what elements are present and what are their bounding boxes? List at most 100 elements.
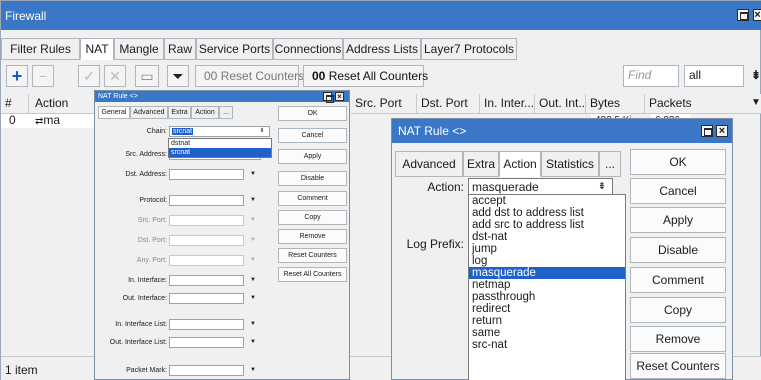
scope-arrow-icon[interactable]: ⇟ bbox=[751, 68, 761, 82]
action-option[interactable]: passthrough bbox=[469, 291, 625, 303]
in-interface-input[interactable] bbox=[169, 275, 244, 286]
packet-mark-dropdown-icon[interactable]: ▼ bbox=[249, 365, 257, 376]
action-option[interactable]: same bbox=[469, 327, 625, 339]
ok-button[interactable]: OK bbox=[630, 149, 726, 175]
tab-mangle[interactable]: Mangle bbox=[114, 38, 164, 60]
remove-button[interactable]: Remove bbox=[630, 326, 726, 352]
action-option[interactable]: jump bbox=[469, 243, 625, 255]
scope-select[interactable]: all bbox=[684, 65, 744, 87]
maximize-icon[interactable] bbox=[737, 9, 749, 21]
reset-counters-button[interactable]: Reset Counters bbox=[630, 353, 726, 379]
comment-button[interactable]: Comment bbox=[278, 191, 347, 206]
tab-extra[interactable]: Extra bbox=[168, 106, 191, 119]
src-port-dropdown-icon[interactable]: ▼ bbox=[249, 215, 257, 226]
reset-all-counters-button[interactable]: Reset All Counters bbox=[278, 267, 347, 282]
copy-button[interactable]: Copy bbox=[630, 297, 726, 323]
tab-action[interactable]: Action bbox=[499, 151, 541, 177]
out-interface-dropdown-icon[interactable]: ▼ bbox=[249, 293, 257, 304]
protocol-dropdown-icon[interactable]: ▼ bbox=[249, 195, 257, 206]
any-port-input[interactable] bbox=[169, 255, 244, 266]
out-interface-input[interactable] bbox=[169, 293, 244, 304]
reset-all-counters-button[interactable]: 00 Reset All Counters bbox=[303, 65, 428, 87]
action-option[interactable]: add dst to address list bbox=[469, 207, 625, 219]
action-dropdown-icon[interactable]: ⇟ bbox=[593, 179, 611, 195]
tab-action[interactable]: Action bbox=[191, 106, 219, 119]
in-interface-list-input[interactable] bbox=[169, 319, 244, 330]
chain-select[interactable]: srcnat ⇟ bbox=[169, 126, 270, 137]
disable-button[interactable]: Disable bbox=[278, 171, 347, 186]
dst-port-input[interactable] bbox=[169, 235, 244, 246]
action-option[interactable]: redirect bbox=[469, 303, 625, 315]
find-input[interactable]: Find bbox=[623, 65, 679, 87]
filter-button[interactable]: ⏷ bbox=[167, 65, 189, 87]
comment-button[interactable]: Comment bbox=[630, 267, 726, 293]
chain-option-srcnat[interactable]: srcnat bbox=[169, 148, 271, 157]
src-port-input[interactable] bbox=[169, 215, 244, 226]
comment-button[interactable]: ▭ bbox=[135, 65, 159, 87]
disable-button[interactable]: Disable bbox=[630, 237, 726, 263]
column-header-dst-port[interactable]: Dst. Port bbox=[417, 94, 480, 114]
action-option[interactable]: log bbox=[469, 255, 625, 267]
out-interface-list-dropdown-icon[interactable]: ▼ bbox=[249, 337, 257, 348]
apply-button[interactable]: Apply bbox=[278, 149, 347, 164]
maximize-icon[interactable] bbox=[701, 125, 713, 137]
dst-port-dropdown-icon[interactable]: ▼ bbox=[249, 235, 257, 246]
copy-button[interactable]: Copy bbox=[278, 210, 347, 225]
tab-address-lists[interactable]: Address Lists bbox=[343, 38, 421, 60]
action-option[interactable]: accept bbox=[469, 195, 625, 207]
remove-button[interactable]: − bbox=[32, 65, 54, 87]
column-header-out-interface[interactable]: Out. Int... bbox=[535, 94, 586, 114]
tab-nat[interactable]: NAT bbox=[80, 38, 114, 60]
close-icon[interactable]: × bbox=[716, 125, 728, 137]
enable-button[interactable]: ✓ bbox=[78, 65, 100, 87]
action-option-selected[interactable]: masquerade bbox=[469, 267, 625, 279]
ok-button[interactable]: OK bbox=[278, 106, 347, 121]
in-interface-dropdown-icon[interactable]: ▼ bbox=[249, 275, 257, 286]
any-port-dropdown-icon[interactable]: ▼ bbox=[249, 255, 257, 266]
tab-general[interactable]: General bbox=[98, 106, 130, 119]
cancel-button[interactable]: Cancel bbox=[278, 128, 347, 143]
chain-option-dstnat[interactable]: dstnat bbox=[169, 139, 271, 148]
tab-more[interactable]: ... bbox=[599, 151, 621, 177]
column-header-packets[interactable]: Packets bbox=[645, 94, 761, 114]
tab-advanced[interactable]: Advanced bbox=[395, 151, 463, 177]
tab-extra[interactable]: Extra bbox=[463, 151, 499, 177]
in-interface-list-dropdown-icon[interactable]: ▼ bbox=[249, 319, 257, 330]
column-header-in-interface[interactable]: In. Inter... bbox=[480, 94, 535, 114]
tab-more[interactable]: ... bbox=[219, 106, 233, 119]
tab-statistics[interactable]: Statistics bbox=[541, 151, 599, 177]
action-option[interactable]: netmap bbox=[469, 279, 625, 291]
dst-address-dropdown-icon[interactable]: ▼ bbox=[249, 169, 257, 180]
reset-counters-button[interactable]: Reset Counters bbox=[278, 248, 347, 263]
column-header-number[interactable]: # bbox=[1, 94, 29, 114]
packet-mark-input[interactable] bbox=[169, 365, 244, 376]
protocol-input[interactable] bbox=[169, 195, 244, 206]
close-icon[interactable]: × bbox=[753, 9, 761, 21]
add-button[interactable]: + bbox=[6, 65, 28, 87]
column-menu-icon[interactable]: ▼ bbox=[751, 97, 761, 108]
action-option[interactable]: src-nat bbox=[469, 339, 625, 351]
tab-service-ports[interactable]: Service Ports bbox=[196, 38, 273, 60]
close-icon[interactable]: × bbox=[335, 92, 344, 101]
cancel-button[interactable]: Cancel bbox=[630, 178, 726, 204]
apply-button[interactable]: Apply bbox=[630, 207, 726, 233]
dst-address-input[interactable] bbox=[169, 169, 244, 180]
maximize-icon[interactable] bbox=[323, 92, 334, 103]
chain-dropdown-icon[interactable]: ⇟ bbox=[258, 126, 266, 137]
disable-button[interactable]: ✕ bbox=[104, 65, 126, 87]
tab-connections[interactable]: Connections bbox=[273, 38, 343, 60]
column-header-action[interactable]: Action bbox=[29, 94, 95, 114]
tab-layer7-protocols[interactable]: Layer7 Protocols bbox=[421, 38, 517, 60]
tab-advanced[interactable]: Advanced bbox=[130, 106, 168, 119]
tab-filter-rules[interactable]: Filter Rules bbox=[1, 38, 80, 60]
column-header-src-port[interactable]: Src. Port bbox=[351, 94, 417, 114]
action-option[interactable]: dst-nat bbox=[469, 231, 625, 243]
column-header-bytes[interactable]: Bytes bbox=[586, 94, 645, 114]
out-interface-list-input[interactable] bbox=[169, 337, 244, 348]
action-option[interactable]: return bbox=[469, 315, 625, 327]
tab-raw[interactable]: Raw bbox=[164, 38, 196, 60]
big-rule-title-bar: NAT Rule <> bbox=[392, 119, 732, 143]
reset-counters-button[interactable]: 00 Reset Counters bbox=[195, 65, 304, 87]
action-option[interactable]: add src to address list bbox=[469, 219, 625, 231]
remove-button[interactable]: Remove bbox=[278, 229, 347, 244]
